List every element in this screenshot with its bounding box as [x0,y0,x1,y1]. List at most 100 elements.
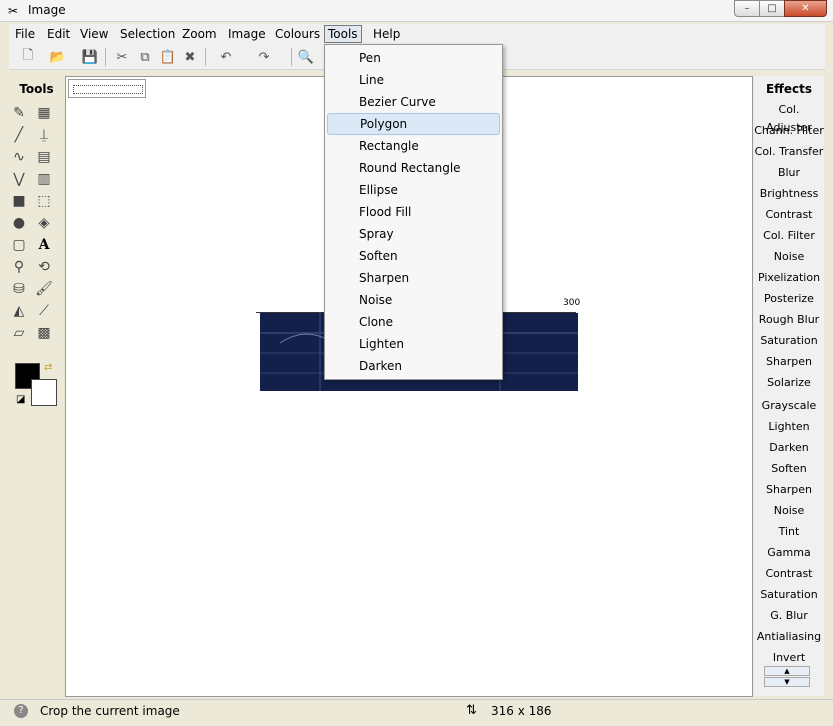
pipette-icon[interactable]: ⟋ [35,302,53,320]
menu-item-soften[interactable]: Soften [327,245,500,267]
effect-col-transfer[interactable]: Col. Transfer [754,143,824,161]
effect-tint[interactable]: Tint [754,523,824,541]
open-icon[interactable]: 📂 [49,48,67,66]
minimize-button[interactable]: – [734,0,760,17]
image-size: 316 x 186 [491,704,552,718]
rotate-icon[interactable]: ⟲ [35,258,53,276]
menu-item-spray[interactable]: Spray [327,223,500,245]
menu-item-round-rectangle[interactable]: Round Rectangle [327,157,500,179]
effect-invert[interactable]: Invert [754,649,824,667]
menu-file[interactable]: File [12,25,38,43]
polyline-icon[interactable]: ⋁ [10,170,28,188]
app-icon: ✂ [8,4,19,18]
menu-image[interactable]: Image [225,25,269,43]
effect-posterize[interactable]: Posterize [754,290,824,308]
stamp-icon[interactable]: ⍊ [35,126,53,144]
select-icon[interactable]: ▦ [35,104,53,122]
effect-pixelization[interactable]: Pixelization [754,269,824,287]
rectangle-icon[interactable]: ■ [10,192,28,210]
menu-item-rectangle[interactable]: Rectangle [327,135,500,157]
menu-item-pen[interactable]: Pen [327,47,500,69]
delete-icon[interactable]: ✖ [181,48,199,66]
effect-noise[interactable]: Noise [754,248,824,266]
effect-sharpen[interactable]: Sharpen [754,353,824,371]
toolbar-separator [105,48,106,66]
tools-panel: Tools ✎ ▦ ╱ ⍊ ∿ ▤ ⋁ ▥ ■ ⬚ ● ◈ ▢ A ⚲ ⟲ ⛁ … [9,76,64,696]
effect-contrast-2[interactable]: Contrast [754,565,824,583]
menu-item-darken[interactable]: Darken [327,355,500,377]
effect-grayscale[interactable]: Grayscale [754,397,824,415]
menu-colours[interactable]: Colours [272,25,323,43]
menu-item-line[interactable]: Line [327,69,500,91]
eyedropper-icon[interactable]: ⚲ [10,258,28,276]
scroll-up-button[interactable]: ▲ [764,666,810,676]
text-icon[interactable]: A [35,236,53,254]
effect-gamma[interactable]: Gamma [754,544,824,562]
zoom-in-icon[interactable]: 🔍 [297,48,315,66]
effect-brightness[interactable]: Brightness [754,185,824,203]
menu-help[interactable]: Help [370,25,403,43]
menu-view[interactable]: View [77,25,111,43]
sharpen-icon[interactable]: ◭ [10,302,28,320]
menu-edit[interactable]: Edit [44,25,73,43]
effect-contrast[interactable]: Contrast [754,206,824,224]
effect-darken[interactable]: Darken [754,439,824,457]
effect-antialiasing[interactable]: Antialiasing [754,628,824,646]
undo-icon[interactable]: ↶ [217,48,235,66]
crop-icon[interactable]: ⬚ [35,192,53,210]
background-color-swatch[interactable] [31,379,57,406]
round-rectangle-icon[interactable]: ▢ [10,236,28,254]
swap-colors-icon[interactable]: ⇄ [44,362,52,373]
eraser-icon[interactable]: ▱ [10,324,28,342]
new-icon[interactable]: 🗋 [19,48,37,66]
tools-dropdown-menu: Pen Line Bezier Curve Polygon Rectangle … [324,44,503,380]
effect-chann-filter[interactable]: Chann. Filter [754,122,824,140]
menu-item-clone[interactable]: Clone [327,311,500,333]
effect-noise-2[interactable]: Noise [754,502,824,520]
close-button[interactable]: ✕ [784,0,827,17]
tools-panel-title: Tools [19,82,54,96]
menu-item-lighten[interactable]: Lighten [327,333,500,355]
effect-rough-blur[interactable]: Rough Blur [754,311,824,329]
effect-blur[interactable]: Blur [754,164,824,182]
copy-icon[interactable]: ⧉ [136,48,154,66]
menu-item-sharpen[interactable]: Sharpen [327,267,500,289]
status-message: Crop the current image [40,704,180,718]
pattern-icon[interactable]: ▩ [35,324,53,342]
pencil-icon[interactable]: ✎ [10,104,28,122]
spray-icon[interactable]: ⛁ [10,280,28,298]
effect-saturation-2[interactable]: Saturation [754,586,824,604]
brush-icon[interactable]: 🖌 [35,280,53,298]
menu-item-bezier-curve[interactable]: Bezier Curve [327,91,500,113]
effect-saturation[interactable]: Saturation [754,332,824,350]
menu-tools[interactable]: Tools [324,25,362,43]
cut-icon[interactable]: ✂ [113,48,131,66]
document-tab[interactable] [68,79,146,98]
menu-item-noise[interactable]: Noise [327,289,500,311]
effect-sharpen-2[interactable]: Sharpen [754,481,824,499]
save-icon[interactable]: 💾 [81,48,99,66]
curve-icon[interactable]: ∿ [10,148,28,166]
effect-g-blur[interactable]: G. Blur [754,607,824,625]
effect-lighten[interactable]: Lighten [754,418,824,436]
effect-col-adjuster[interactable]: Col. Adjuster [754,101,824,134]
menu-selection[interactable]: Selection [117,25,178,43]
ellipse-icon[interactable]: ● [10,214,28,232]
menu-item-flood-fill[interactable]: Flood Fill [327,201,500,223]
effect-col-filter[interactable]: Col. Filter [754,227,824,245]
line-icon[interactable]: ╱ [10,126,28,144]
paste-icon[interactable]: 📋 [159,48,177,66]
fill-icon[interactable]: ◈ [35,214,53,232]
menu-zoom[interactable]: Zoom [179,25,220,43]
scroll-down-button[interactable]: ▼ [764,677,810,687]
menu-item-polygon[interactable]: Polygon [327,113,500,135]
effect-soften[interactable]: Soften [754,460,824,478]
maximize-button[interactable]: □ [759,0,785,17]
menu-item-ellipse[interactable]: Ellipse [327,179,500,201]
redo-icon[interactable]: ↷ [255,48,273,66]
effect-solarize[interactable]: Solarize [754,374,824,392]
reset-colors-icon[interactable]: ◪ [16,394,25,405]
status-bar: ? Crop the current image ⇅ 316 x 186 [0,699,833,726]
gradient2-icon[interactable]: ▥ [35,170,53,188]
gradient-icon[interactable]: ▤ [35,148,53,166]
